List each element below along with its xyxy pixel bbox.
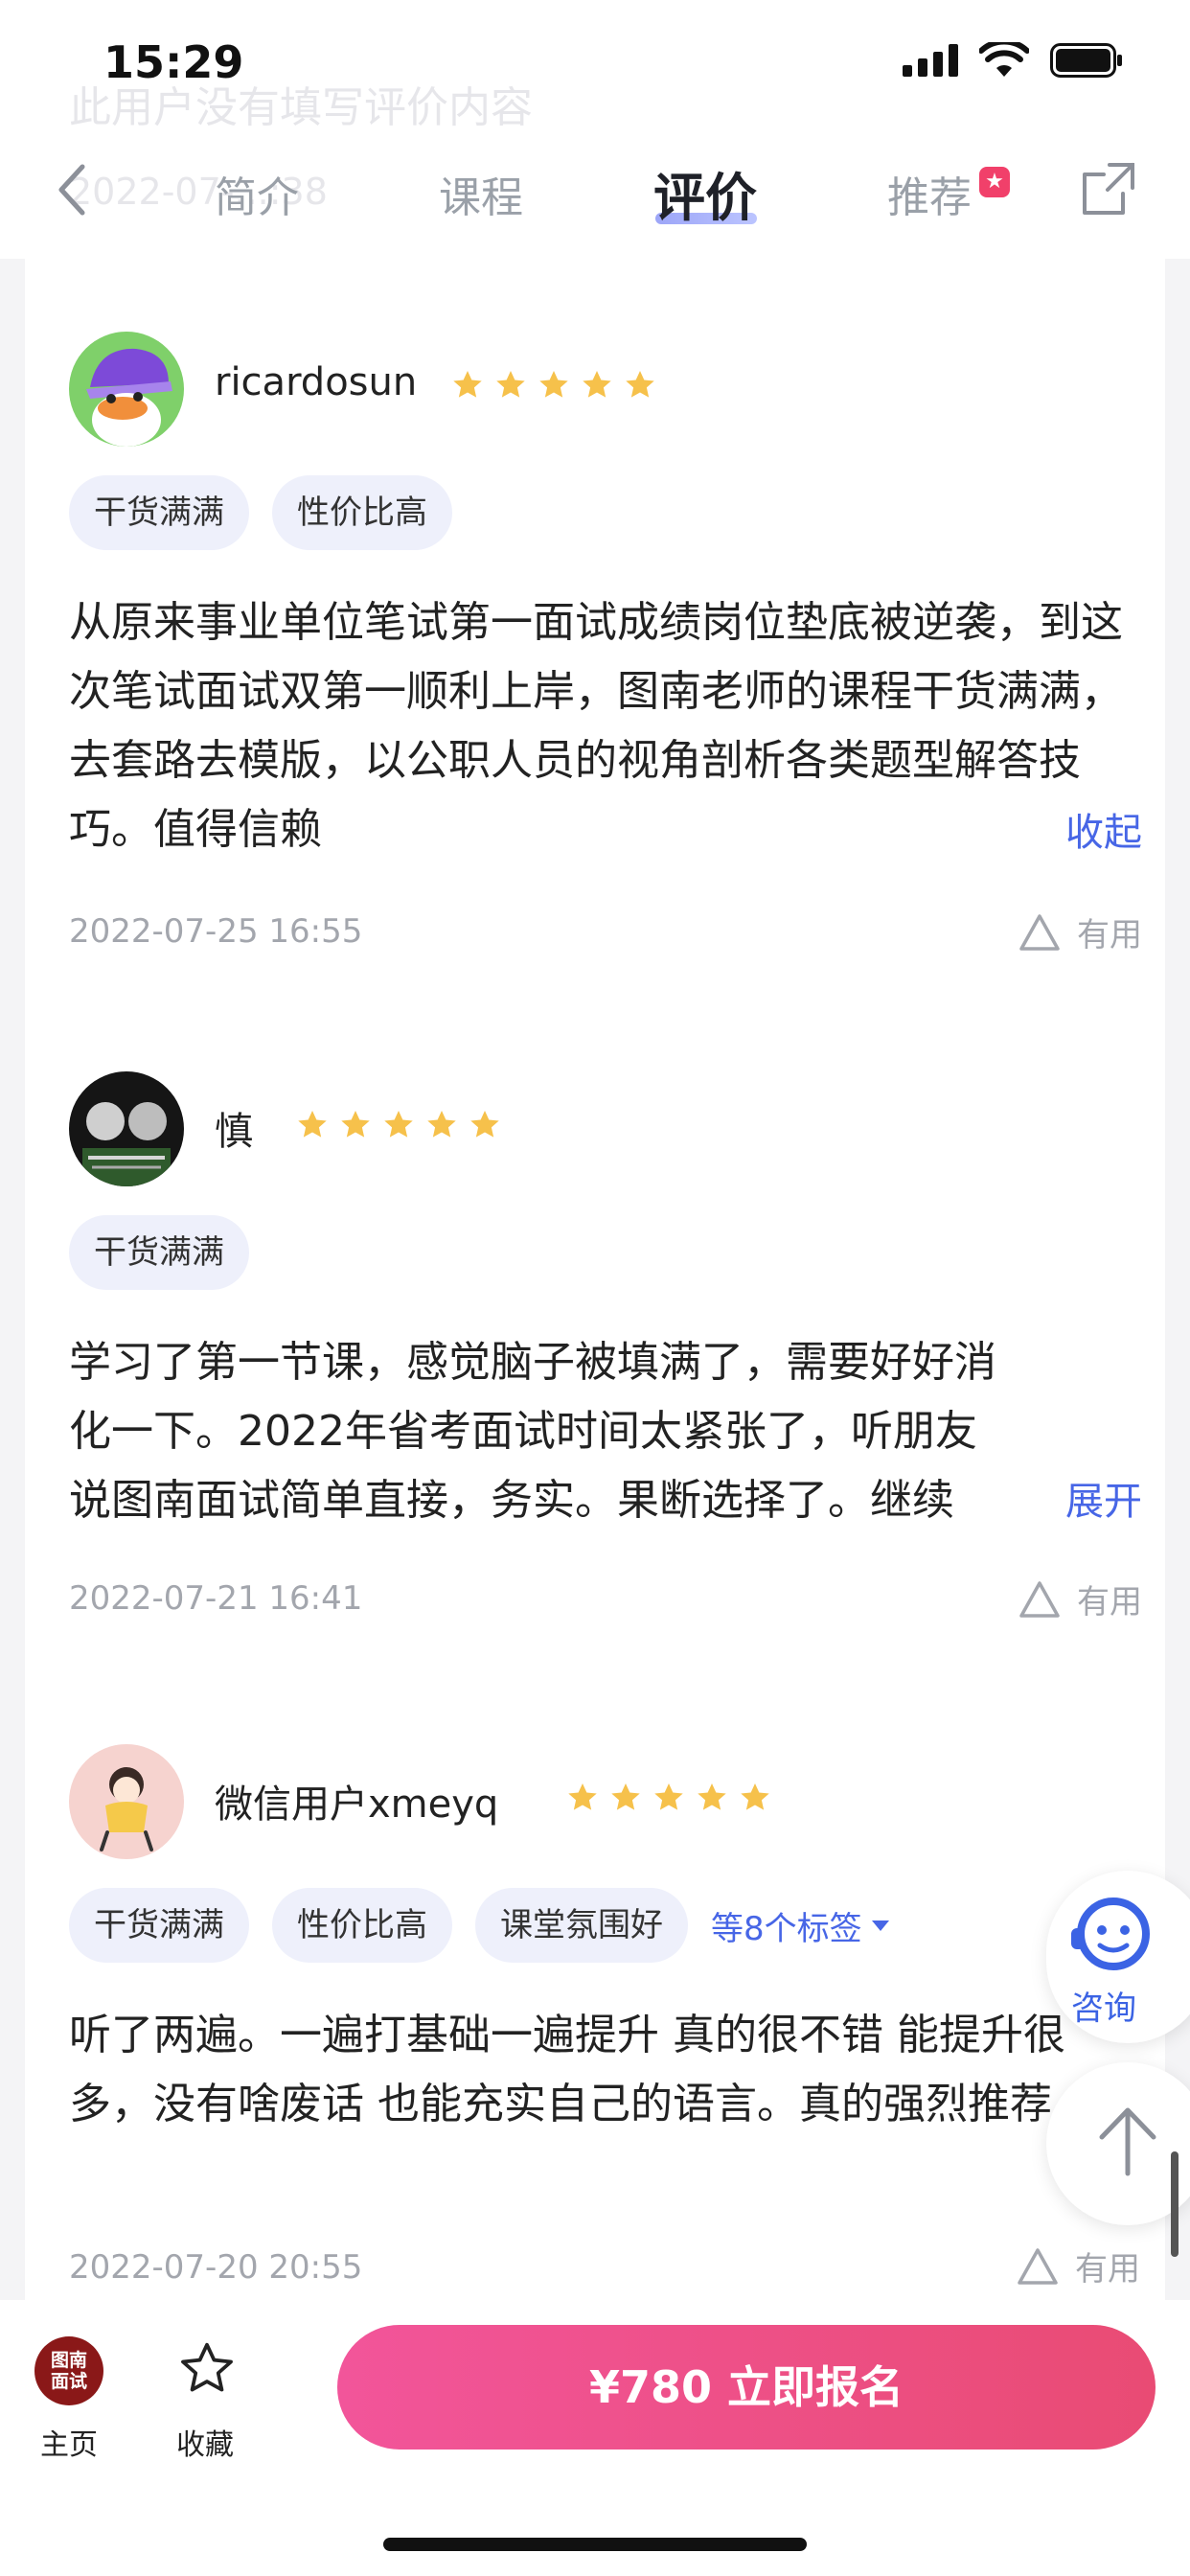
star-icon (654, 1783, 683, 1810)
review-tag: 干货满满 (69, 1888, 249, 1963)
useful-label: 有用 (1077, 1583, 1142, 1622)
review-date: 2022-07-25 16:55 (69, 912, 363, 951)
favorite-label[interactable]: 收藏 (176, 2421, 234, 2463)
star-icon (427, 1111, 456, 1138)
review-username: 慎 (215, 1110, 253, 1154)
useful-label: 有用 (1075, 2250, 1140, 2288)
star-icon (583, 371, 611, 398)
scrollbar[interactable] (1171, 2151, 1179, 2257)
logo-text: 图南 面试 (50, 2350, 87, 2392)
reviews-list: ricardosun 干货满满 性价比高 从原来事业单位笔试第一面试成绩岗位垫底… (25, 259, 1165, 2300)
wifi-icon (979, 42, 1029, 77)
star-outline-icon[interactable] (176, 2338, 238, 2400)
top-header: 此用户没有填写评价内容 2022-07-...:38 15:29 简介 课程 评… (0, 0, 1190, 259)
review-item: 微信用户xmeyq 干货满满 性价比高 课堂氛围好 等8个标签 听了两遍。一遍打… (69, 1744, 1142, 2300)
tab-intro[interactable]: 简介 (215, 163, 299, 224)
more-tags-label: 等8个标签 (711, 1909, 862, 1948)
review-tag: 课堂氛围好 (475, 1888, 688, 1963)
review-tag: 性价比高 (272, 475, 452, 550)
star-icon (384, 1111, 413, 1138)
home-indicator (383, 2538, 807, 2551)
share-icon[interactable] (1081, 161, 1136, 217)
collapse-link[interactable]: 收起 (1065, 801, 1142, 857)
thumb-up-outline-icon (1019, 1580, 1060, 1618)
tab-recommend[interactable]: 推荐 (887, 163, 972, 224)
review-text: 听了两遍。一遍打基础一遍提升 真的很不错 能提升很多，没有啥废话 也能充实自己的… (69, 2011, 1065, 2128)
consult-label: 咨询 (1071, 1990, 1136, 2028)
avatar[interactable] (69, 1071, 184, 1186)
star-icon (741, 1783, 769, 1810)
thumb-up-outline-icon (1018, 2247, 1058, 2285)
status-icons (903, 42, 1123, 79)
avatar[interactable] (69, 332, 184, 447)
review-text: 从原来事业单位笔试第一面试成绩岗位垫底被逆袭，到这次笔试面试双第一顺利上岸，图南… (69, 598, 1123, 854)
rating-stars (295, 1108, 502, 1142)
customer-service-icon (1071, 1898, 1150, 1970)
enroll-button[interactable]: ¥780 立即报名 (337, 2325, 1156, 2450)
useful-button[interactable]: 有用 (1018, 1576, 1142, 1622)
star-icon (698, 1783, 726, 1810)
recommend-badge-icon: ★ (979, 167, 1010, 197)
more-tags-link[interactable]: 等8个标签 (711, 1902, 891, 1949)
star-icon (626, 371, 654, 398)
tab-bar: 简介 课程 评价 推荐 ★ (0, 153, 1190, 230)
review-tags: 干货满满 性价比高 课堂氛围好 等8个标签 (69, 1888, 891, 1963)
star-icon (298, 1111, 327, 1138)
rating-stars (450, 368, 657, 402)
review-tag: 干货满满 (69, 475, 249, 550)
review-tag: 干货满满 (69, 1215, 249, 1290)
thumb-up-outline-icon (1019, 913, 1060, 951)
tab-reviews[interactable]: 评价 (653, 155, 757, 231)
review-item: 慎 干货满满 学习了第一节课，感觉脑子被填满了，需要好好消化一下。2022年省考… (69, 1071, 1142, 1646)
rating-stars (565, 1781, 772, 1815)
star-icon (611, 1783, 640, 1810)
expand-link[interactable]: 展开 (1065, 1470, 1142, 1526)
review-date: 2022-07-21 16:41 (69, 1579, 363, 1618)
review-date: 2022-07-20 20:55 (69, 2248, 363, 2287)
caret-down-icon (871, 1920, 889, 1931)
cellular-signal-icon (903, 44, 958, 77)
review-username: ricardosun (215, 360, 418, 404)
star-icon (539, 371, 568, 398)
review-item: ricardosun 干货满满 性价比高 从原来事业单位笔试第一面试成绩岗位垫底… (69, 332, 1142, 1002)
status-time: 15:29 (103, 36, 244, 88)
review-tags: 干货满满 (69, 1215, 249, 1290)
useful-button[interactable]: 有用 (1018, 908, 1142, 955)
review-tags: 干货满满 性价比高 (69, 475, 452, 550)
star-icon (453, 371, 482, 398)
avatar[interactable] (69, 1744, 184, 1859)
star-icon (470, 1111, 499, 1138)
home-logo-icon[interactable]: 图南 面试 (34, 2336, 103, 2405)
star-icon (341, 1111, 370, 1138)
consult-button[interactable]: 咨询 (1046, 1871, 1190, 2043)
arrow-up-icon (1099, 2107, 1156, 2176)
useful-label: 有用 (1077, 916, 1142, 954)
useful-button[interactable]: 有用 (1016, 2242, 1140, 2289)
review-username: 微信用户xmeyq (215, 1782, 499, 1827)
star-icon (496, 371, 525, 398)
tab-courses[interactable]: 课程 (439, 163, 523, 224)
battery-icon (1050, 43, 1122, 78)
home-label[interactable]: 主页 (40, 2421, 98, 2463)
star-icon (568, 1783, 597, 1810)
review-text: 学习了第一节课，感觉脑子被填满了，需要好好消化一下。2022年省考面试时间太紧张… (69, 1338, 996, 1525)
bottom-action-bar: 图南 面试 主页 收藏 ¥780 立即报名 (0, 2300, 1190, 2576)
review-tag: 性价比高 (272, 1888, 452, 1963)
